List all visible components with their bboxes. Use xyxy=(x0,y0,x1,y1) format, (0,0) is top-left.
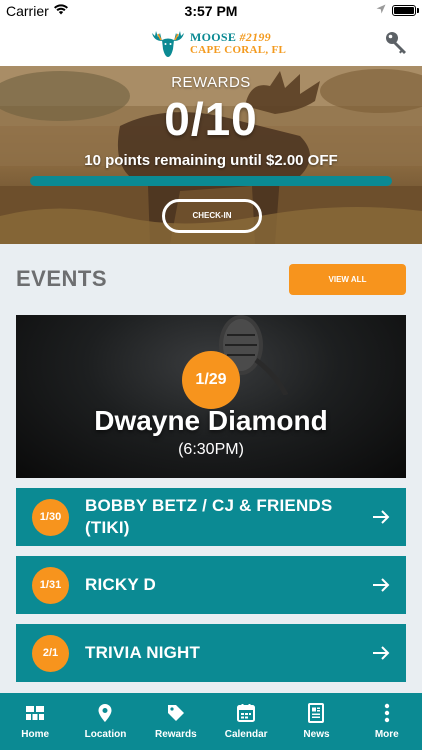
tab-calendar[interactable]: Calendar xyxy=(211,693,281,750)
tab-label: More xyxy=(374,729,399,740)
event-date-badge: 2/1 xyxy=(32,635,69,672)
map-pin-icon xyxy=(98,704,112,722)
status-bar: Carrier 3:57 PM xyxy=(0,0,422,22)
event-row[interactable]: 1/31 RICKY D xyxy=(16,556,406,614)
rewards-banner: REWARDS 0/10 10 points remaining until $… xyxy=(0,66,422,244)
tab-rewards[interactable]: Rewards xyxy=(141,693,211,750)
tab-label: Rewards xyxy=(154,729,197,740)
featured-event-card[interactable]: 1/29 Dwayne Diamond (6:30PM) xyxy=(16,315,406,478)
logo-lodge-number: #2199 xyxy=(239,30,271,44)
app-header: MOOSE #2199 CAPE CORAL, FL xyxy=(0,22,422,66)
event-row[interactable]: 1/30 BOBBY BETZ / CJ & FRIENDS (TIKI) xyxy=(16,488,406,546)
tab-label: Calendar xyxy=(224,729,268,740)
event-title: RICKY D xyxy=(85,575,156,594)
tab-label: News xyxy=(303,729,330,740)
arrow-right-icon xyxy=(373,510,390,524)
clock: 3:57 PM xyxy=(184,3,238,19)
event-row[interactable]: 2/1 TRIVIA NIGHT xyxy=(16,624,406,682)
more-dots-icon xyxy=(384,703,389,723)
event-title: TRIVIA NIGHT xyxy=(85,643,201,662)
tab-home[interactable]: Home xyxy=(0,693,70,750)
featured-event-date-badge: 1/29 xyxy=(182,351,240,409)
view-all-button[interactable]: VIEW ALL xyxy=(289,264,406,295)
rewards-label: REWARDS xyxy=(171,74,251,91)
featured-event-title: Dwayne Diamond xyxy=(94,405,328,436)
arrow-right-icon xyxy=(373,578,390,592)
arrow-right-icon xyxy=(373,646,390,660)
newspaper-icon xyxy=(308,703,325,723)
logo-location: CAPE CORAL, FL xyxy=(190,44,287,56)
tab-location[interactable]: Location xyxy=(70,693,140,750)
tag-icon xyxy=(167,705,184,721)
bottom-tab-bar: Home Location Rewards Calendar News More xyxy=(0,693,422,750)
logo-name: MOOSE xyxy=(190,30,237,44)
event-title: BOBBY BETZ / CJ & FRIENDS (TIKI) xyxy=(85,496,333,537)
tab-news[interactable]: News xyxy=(281,693,351,750)
rewards-progress-bar xyxy=(30,176,392,186)
battery-icon xyxy=(392,5,419,16)
calendar-icon xyxy=(237,704,256,722)
location-arrow-icon xyxy=(376,4,386,14)
tab-label: Home xyxy=(21,729,50,740)
moose-logo-icon xyxy=(152,31,184,57)
events-heading: EVENTS xyxy=(16,266,108,291)
tab-more[interactable]: More xyxy=(352,693,422,750)
lodge-logo: MOOSE #2199 CAPE CORAL, FL xyxy=(150,27,286,61)
points-remaining-text: 10 points remaining until $2.00 OFF xyxy=(84,152,338,169)
check-in-button[interactable]: CHECK-IN xyxy=(162,199,262,233)
key-icon[interactable] xyxy=(384,30,408,58)
tab-label: Location xyxy=(84,729,127,740)
event-date-badge: 1/30 xyxy=(32,499,69,536)
home-grid-icon xyxy=(26,706,45,720)
featured-event-time: (6:30PM) xyxy=(178,441,244,458)
event-date-badge: 1/31 xyxy=(32,567,69,604)
points-counter: 0/10 xyxy=(164,93,258,145)
